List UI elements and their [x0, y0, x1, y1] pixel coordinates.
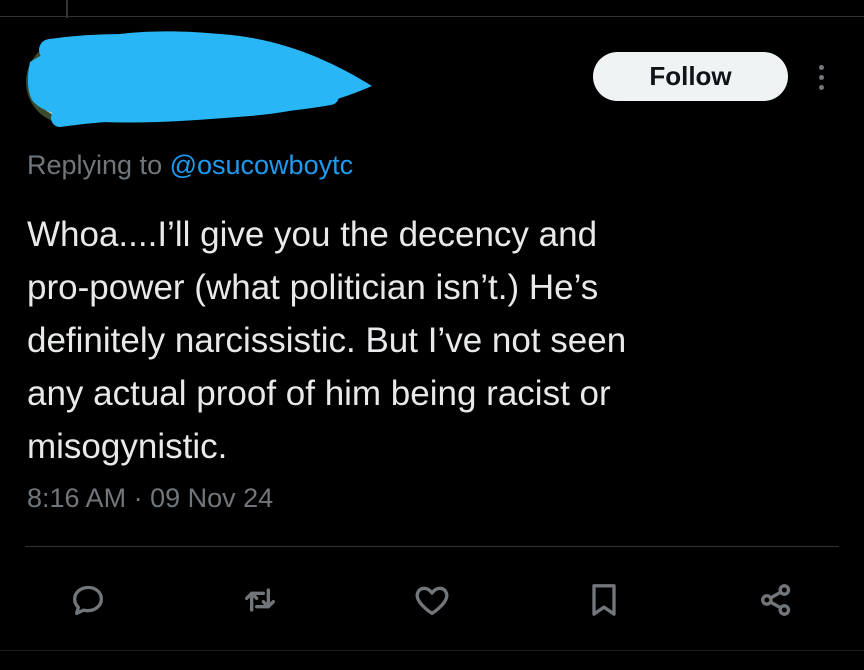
meta-separator: · [133, 483, 143, 513]
bookmark-icon [592, 584, 616, 616]
top-divider [0, 16, 864, 17]
share-icon [761, 584, 791, 616]
bottom-divider [0, 650, 864, 651]
action-bar [0, 570, 864, 630]
tweet-line: misogynistic. [27, 427, 228, 466]
heart-icon [415, 586, 449, 615]
bookmark-button[interactable] [580, 576, 628, 624]
tweet-date: 09 Nov 24 [150, 483, 274, 513]
replying-to: Replying to @osucowboytc [27, 150, 353, 181]
repost-button[interactable] [236, 576, 284, 624]
tweet-timestamp[interactable]: 8:16 AM · 09 Nov 24 [27, 483, 273, 514]
repost-icon [245, 588, 275, 612]
tweet-line: Whoa....I’ll give you the decency and [27, 215, 598, 254]
reply-button[interactable] [64, 576, 112, 624]
share-button[interactable] [752, 576, 800, 624]
tweet-text: Whoa....I’ll give you the decency and pr… [27, 208, 827, 473]
avatar-core [44, 58, 92, 106]
replying-to-label: Replying to [27, 150, 170, 180]
more-options-icon[interactable] [808, 60, 834, 94]
speech-bubble-icon [73, 585, 104, 615]
reply-handle-link[interactable]: @osucowboytc [170, 150, 354, 180]
tweet-line: definitely narcissistic. But I’ve not se… [27, 321, 627, 360]
tweet-line: any actual proof of him being racist or [27, 374, 611, 413]
tweet-time: 8:16 AM [27, 483, 127, 513]
like-button[interactable] [408, 576, 456, 624]
avatar[interactable] [26, 40, 110, 124]
actions-divider [25, 546, 839, 547]
tweet-line: pro-power (what politician isn’t.) He’s [27, 268, 599, 307]
follow-button[interactable]: Follow [593, 52, 788, 101]
